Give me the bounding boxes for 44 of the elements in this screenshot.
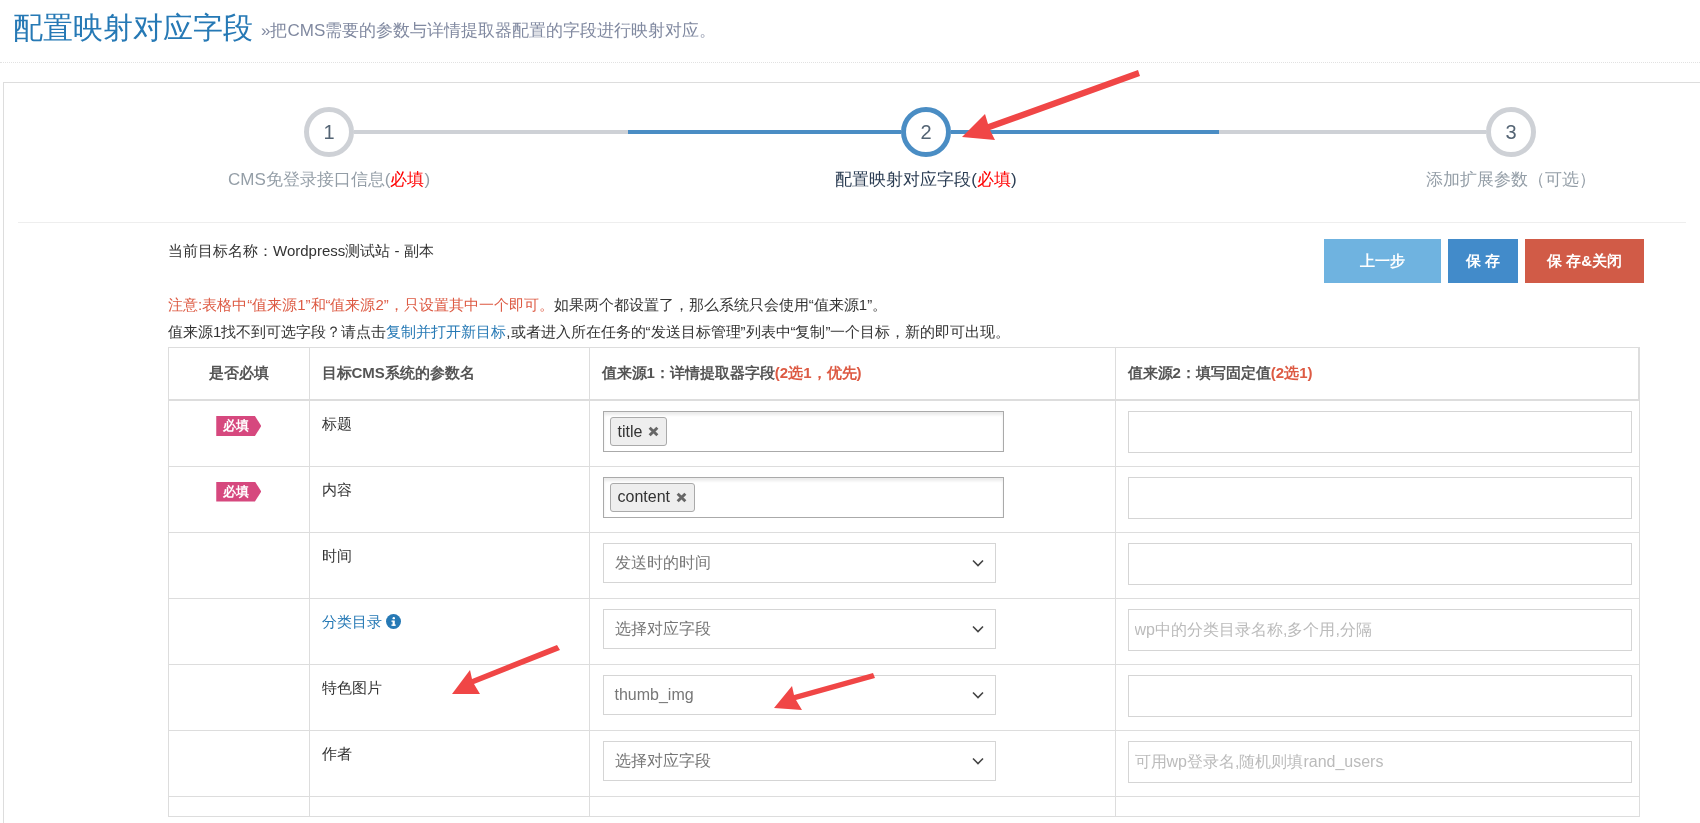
page-subtitle: »把CMS需要的参数与详情提取器配置的字段进行映射对应。 [261,19,717,42]
fixed-value-input[interactable]: 可用wp登录名,随机则填rand_users [1127,740,1632,783]
field-tag: title [609,417,668,446]
chevron-down-icon [971,624,984,633]
fixed-value-input[interactable] [1127,674,1632,717]
field-select[interactable]: 选择对应字段 [602,740,996,781]
step-label: 配置映射对应字段(必填) [834,169,1018,191]
chevron-down-icon [971,558,984,567]
param-name: 标题 [321,414,352,434]
fixed-value-input[interactable]: wp中的分类目录名称,多个用,分隔 [1127,608,1632,651]
param-link[interactable]: 分类目录 [321,610,382,633]
field-select[interactable]: 发送时的时间 [602,542,996,583]
copy-target-link[interactable]: 复制并打开新目标 [386,323,507,340]
param-name: 作者 [321,743,352,764]
remove-icon[interactable] [648,426,660,437]
step-label: 添加扩展参数（可选） [1425,169,1597,191]
step-label: CMS免登录接口信息(必填) [226,169,432,191]
chevron-down-icon [971,756,984,765]
param-name: 时间 [321,545,352,566]
save-button[interactable]: 保 存 [1448,239,1518,283]
target-name: 当前目标名称：Wordpress测试站 - 副本 [168,241,434,261]
field-tag: content [609,482,695,512]
param-name: 内容 [321,479,352,500]
remove-icon[interactable] [676,491,687,503]
fixed-value-input[interactable] [1127,411,1632,453]
fixed-value-input[interactable] [1127,476,1632,519]
tag-input-field[interactable]: content [602,476,1004,518]
column-header: 值来源2：填写固定值(2选1) [1115,348,1639,400]
column-header: 值来源1：详情提取器字段(2选1，优先) [589,348,1115,400]
notice-text: 值来源1找不到可选字段？请点击复制并打开新目标,或者进入所在任务的“发送目标管理”列表中“复制”一个目标，新的即可出现。 [168,322,1012,342]
required-badge: 必填 [216,416,262,436]
tag-input-field[interactable]: title [602,411,1004,452]
save-close-button[interactable]: 保 存&关闭 [1525,239,1644,283]
column-header: 目标CMS系统的参数名 [309,348,589,400]
field-select[interactable]: 选择对应字段 [602,608,996,649]
fixed-value-input[interactable] [1127,542,1632,585]
chevron-down-icon [971,690,984,699]
field-select[interactable]: thumb_img [602,674,996,715]
info-icon[interactable] [385,614,401,630]
notice-text: 注意:表格中“值来源1”和“值来源2”，只设置其中一个即可。如果两个都设置了，那么系统只会使用“值来源1”。 [168,295,889,315]
page-title: 配置映射对应字段 [13,10,253,46]
column-header: 是否必填 [169,348,309,400]
required-badge: 必填 [216,481,262,502]
param-name: 特色图片 [321,677,382,698]
